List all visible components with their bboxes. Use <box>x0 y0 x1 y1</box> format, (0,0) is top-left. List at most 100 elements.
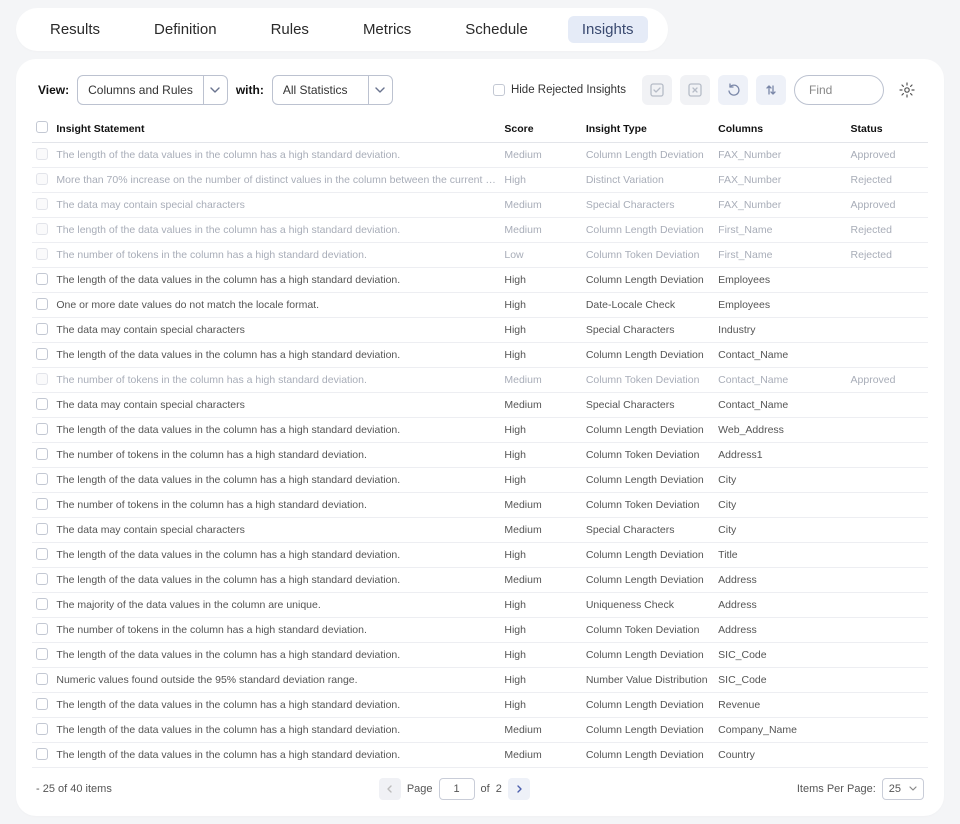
cell-status <box>847 393 928 418</box>
row-checkbox[interactable] <box>36 648 48 660</box>
row-checkbox[interactable] <box>36 398 48 410</box>
cell-cols: Address <box>714 618 846 643</box>
table-row[interactable]: The length of the data values in the col… <box>32 418 928 443</box>
table-row[interactable]: The length of the data values in the col… <box>32 468 928 493</box>
table-row[interactable]: The data may contain special charactersH… <box>32 318 928 343</box>
row-checkbox[interactable] <box>36 723 48 735</box>
items-per-page-select[interactable]: 25 <box>882 778 924 800</box>
approve-button[interactable] <box>642 75 672 105</box>
row-checkbox[interactable] <box>36 673 48 685</box>
cell-score: Medium <box>500 518 581 543</box>
table-row[interactable]: One or more date values do not match the… <box>32 293 928 318</box>
cell-status <box>847 543 928 568</box>
table-row[interactable]: The data may contain special charactersM… <box>32 193 928 218</box>
table-row[interactable]: The length of the data values in the col… <box>32 218 928 243</box>
cell-stmt: The data may contain special characters <box>52 518 500 543</box>
row-checkbox[interactable] <box>36 573 48 585</box>
hide-rejected-checkbox[interactable]: Hide Rejected Insights <box>493 84 626 96</box>
select-all-checkbox[interactable] <box>36 121 48 133</box>
table-row[interactable]: The length of the data values in the col… <box>32 743 928 768</box>
cell-status <box>847 743 928 768</box>
cell-type: Column Token Deviation <box>582 243 714 268</box>
table-row[interactable]: The length of the data values in the col… <box>32 268 928 293</box>
cell-score: High <box>500 418 581 443</box>
sort-button[interactable] <box>756 75 786 105</box>
row-checkbox[interactable] <box>36 598 48 610</box>
tab-definition[interactable]: Definition <box>140 16 231 43</box>
cell-stmt: Numeric values found outside the 95% sta… <box>52 668 500 693</box>
table-row[interactable]: The length of the data values in the col… <box>32 693 928 718</box>
table-row[interactable]: Numeric values found outside the 95% sta… <box>32 668 928 693</box>
undo-button[interactable] <box>718 75 748 105</box>
cell-cols: Address1 <box>714 443 846 468</box>
tab-rules[interactable]: Rules <box>257 16 323 43</box>
table-row[interactable]: The number of tokens in the column has a… <box>32 493 928 518</box>
next-page-button[interactable] <box>508 778 530 800</box>
tab-insights[interactable]: Insights <box>568 16 648 43</box>
page-input[interactable]: 1 <box>439 778 475 800</box>
tab-results[interactable]: Results <box>36 16 114 43</box>
view-select[interactable]: Columns and Rules <box>77 75 228 105</box>
row-checkbox[interactable] <box>36 298 48 310</box>
settings-button[interactable] <box>892 75 922 105</box>
prev-page-button[interactable] <box>379 778 401 800</box>
cell-cols: Web_Address <box>714 418 846 443</box>
cell-type: Column Token Deviation <box>582 493 714 518</box>
cell-cols: Address <box>714 593 846 618</box>
table-row[interactable]: The majority of the data values in the c… <box>32 593 928 618</box>
cell-cols: Employees <box>714 293 846 318</box>
cell-score: Medium <box>500 493 581 518</box>
cell-status: Approved <box>847 368 928 393</box>
cell-cols: Revenue <box>714 693 846 718</box>
table-row[interactable]: The length of the data values in the col… <box>32 143 928 168</box>
cell-score: High <box>500 668 581 693</box>
cell-score: High <box>500 268 581 293</box>
table-row[interactable]: The data may contain special charactersM… <box>32 393 928 418</box>
row-checkbox[interactable] <box>36 448 48 460</box>
table-row[interactable]: The number of tokens in the column has a… <box>32 443 928 468</box>
search-input[interactable]: Find <box>794 75 884 105</box>
cell-status <box>847 443 928 468</box>
cell-type: Special Characters <box>582 318 714 343</box>
row-checkbox[interactable] <box>36 473 48 485</box>
cell-status: Rejected <box>847 168 928 193</box>
col-header-columns[interactable]: Columns <box>714 115 846 143</box>
table-row[interactable]: More than 70% increase on the number of … <box>32 168 928 193</box>
table-row[interactable]: The number of tokens in the column has a… <box>32 368 928 393</box>
cell-type: Special Characters <box>582 193 714 218</box>
row-checkbox[interactable] <box>36 273 48 285</box>
col-header-type[interactable]: Insight Type <box>582 115 714 143</box>
row-checkbox[interactable] <box>36 348 48 360</box>
row-checkbox[interactable] <box>36 748 48 760</box>
row-checkbox[interactable] <box>36 623 48 635</box>
row-checkbox[interactable] <box>36 423 48 435</box>
tab-metrics[interactable]: Metrics <box>349 16 425 43</box>
table-row[interactable]: The data may contain special charactersM… <box>32 518 928 543</box>
tab-schedule[interactable]: Schedule <box>451 16 542 43</box>
cell-type: Column Token Deviation <box>582 368 714 393</box>
table-row[interactable]: The length of the data values in the col… <box>32 343 928 368</box>
row-checkbox[interactable] <box>36 698 48 710</box>
table-row[interactable]: The length of the data values in the col… <box>32 718 928 743</box>
col-header-score[interactable]: Score <box>500 115 581 143</box>
with-select[interactable]: All Statistics <box>272 75 393 105</box>
table-row[interactable]: The number of tokens in the column has a… <box>32 618 928 643</box>
table-row[interactable]: The length of the data values in the col… <box>32 643 928 668</box>
row-checkbox[interactable] <box>36 523 48 535</box>
row-checkbox[interactable] <box>36 498 48 510</box>
cell-score: High <box>500 693 581 718</box>
cell-stmt: The number of tokens in the column has a… <box>52 243 500 268</box>
search-placeholder: Find <box>809 83 832 97</box>
table-row[interactable]: The length of the data values in the col… <box>32 568 928 593</box>
table-row[interactable]: The number of tokens in the column has a… <box>32 243 928 268</box>
col-header-statement[interactable]: Insight Statement <box>52 115 500 143</box>
reject-button[interactable] <box>680 75 710 105</box>
cell-stmt: The length of the data values in the col… <box>52 468 500 493</box>
col-header-status[interactable]: Status <box>847 115 928 143</box>
cell-cols: Country <box>714 743 846 768</box>
row-checkbox[interactable] <box>36 323 48 335</box>
row-checkbox[interactable] <box>36 548 48 560</box>
cell-score: Medium <box>500 718 581 743</box>
table-row[interactable]: The length of the data values in the col… <box>32 543 928 568</box>
cell-type: Uniqueness Check <box>582 593 714 618</box>
